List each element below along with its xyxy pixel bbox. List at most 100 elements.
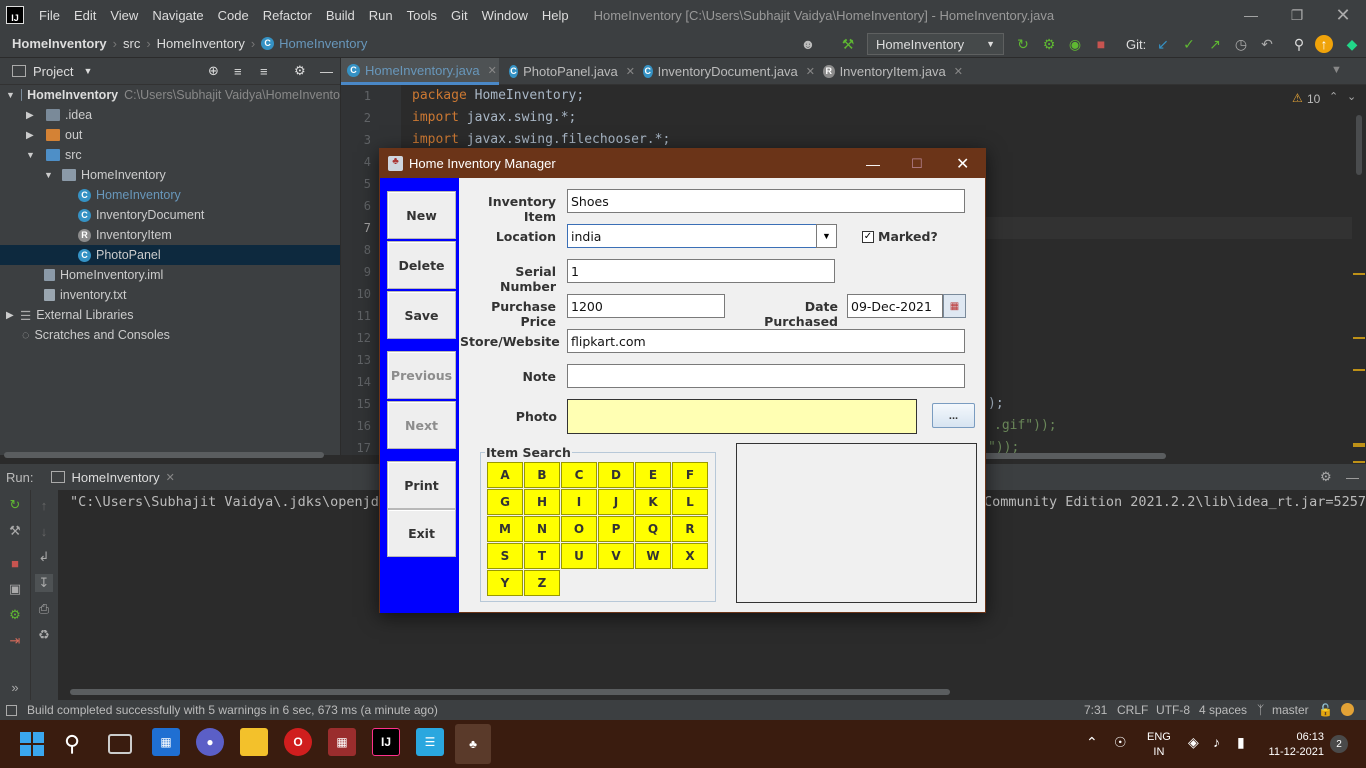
git-commit-icon[interactable]: ✓ [1179, 34, 1199, 54]
editor-scrollbar[interactable] [1352, 115, 1366, 463]
teams-chat-icon[interactable]: ● [196, 728, 224, 756]
tree-item-idea[interactable]: ▶ .idea [0, 105, 340, 125]
git-push-icon[interactable]: ↗ [1205, 34, 1225, 54]
task-view-icon[interactable] [108, 734, 132, 754]
letter-button-b[interactable]: B [524, 462, 560, 488]
tree-item-iml[interactable]: HomeInventory.iml [0, 265, 340, 285]
menu-file[interactable]: File [32, 8, 67, 23]
letter-button-h[interactable]: H [524, 489, 560, 515]
close-icon[interactable]: ✕ [488, 64, 497, 77]
run-configuration-select[interactable]: HomeInventory ▼ [867, 33, 1004, 55]
locate-icon[interactable]: ⊕ [208, 63, 219, 79]
letter-button-q[interactable]: Q [635, 516, 671, 542]
marked-checkbox[interactable]: ✓ [862, 231, 874, 243]
file-explorer-icon[interactable] [240, 728, 268, 756]
debug-icon[interactable]: ⚙ [1039, 34, 1059, 54]
store-website-field[interactable] [567, 329, 965, 353]
scroll-to-end-icon[interactable]: ↧ [35, 574, 53, 592]
wifi-icon[interactable]: ◈ [1188, 734, 1199, 751]
letter-button-v[interactable]: V [598, 543, 634, 569]
tab-inventoryitem-java[interactable]: R InventoryItem.java ✕ [817, 58, 963, 85]
line-separator[interactable]: CRLF [1117, 703, 1148, 717]
minimize-icon[interactable]: — [866, 156, 880, 172]
letter-button-l[interactable]: L [672, 489, 708, 515]
tree-item-src[interactable]: ▼ src [0, 145, 340, 165]
expand-all-icon[interactable]: ≡ [234, 64, 242, 79]
run-tab-label[interactable]: HomeInventory [71, 470, 159, 485]
menu-help[interactable]: Help [535, 8, 576, 23]
breadcrumb-package[interactable]: HomeInventory [157, 36, 245, 51]
status-message[interactable]: Build completed successfully with 5 warn… [27, 703, 438, 717]
letter-button-n[interactable]: N [524, 516, 560, 542]
trash-icon[interactable]: ♻ [35, 626, 53, 644]
hide-icon[interactable]: — [320, 64, 333, 79]
widgets-icon[interactable]: ▦ [152, 728, 180, 756]
arrow-down-icon[interactable]: ↓ [35, 522, 53, 540]
letter-button-s[interactable]: S [487, 543, 523, 569]
rerun-icon[interactable]: ↻ [1013, 34, 1033, 54]
menu-build[interactable]: Build [319, 8, 362, 23]
tree-item-inventory-txt[interactable]: inventory.txt [0, 285, 340, 305]
indent-setting[interactable]: 4 spaces [1199, 703, 1247, 717]
date-purchased-field[interactable] [847, 294, 943, 318]
update-icon[interactable]: ↑ [1315, 35, 1333, 53]
new-button[interactable]: New [387, 191, 456, 239]
intellij-taskbar-icon[interactable]: IJ [372, 728, 400, 756]
soft-wrap-icon[interactable]: ↲ [35, 548, 53, 566]
letter-button-d[interactable]: D [598, 462, 634, 488]
letter-button-i[interactable]: I [561, 489, 597, 515]
tab-photopanel-java[interactable]: C PhotoPanel.java ✕ [503, 58, 635, 85]
chevron-down-icon[interactable]: ▼ [83, 66, 92, 76]
gear-icon[interactable]: ⚙ [1320, 469, 1332, 485]
tree-item-external-libraries[interactable]: ▶ ☰ External Libraries [0, 305, 340, 325]
delete-button[interactable]: Delete [387, 241, 456, 289]
letter-button-f[interactable]: F [672, 462, 708, 488]
close-icon[interactable]: ✕ [166, 471, 175, 484]
letter-button-p[interactable]: P [598, 516, 634, 542]
hide-icon[interactable]: — [1346, 470, 1359, 485]
opera-browser-icon[interactable]: O [284, 728, 312, 756]
location-dropdown-arrow-icon[interactable]: ▼ [816, 224, 837, 248]
letter-button-e[interactable]: E [635, 462, 671, 488]
print-icon[interactable]: ⎙ [35, 600, 53, 618]
notification-icon[interactable] [1341, 703, 1354, 716]
stop-icon[interactable]: ■ [6, 554, 24, 572]
microphone-icon[interactable]: ☉ [1114, 734, 1127, 751]
minimize-icon[interactable]: — [1228, 0, 1274, 30]
letter-button-j[interactable]: J [598, 489, 634, 515]
close-icon[interactable]: ✕ [806, 65, 815, 78]
windows-start-icon[interactable] [20, 732, 44, 756]
purchase-price-field[interactable] [567, 294, 725, 318]
menu-window[interactable]: Window [475, 8, 535, 23]
plugin-icon[interactable]: ◆ [1342, 34, 1362, 54]
expand-icon[interactable]: » [6, 678, 24, 696]
letter-button-t[interactable]: T [524, 543, 560, 569]
git-branch[interactable]: master [1272, 703, 1309, 717]
letter-button-o[interactable]: O [561, 516, 597, 542]
tree-item-scratches[interactable]: ◌ Scratches and Consoles [0, 325, 340, 345]
coverage-icon[interactable]: ◉ [1065, 34, 1085, 54]
close-icon[interactable]: ✕ [626, 65, 635, 78]
menu-edit[interactable]: Edit [67, 8, 103, 23]
console-horizontal-scrollbar[interactable] [70, 689, 950, 695]
stop-icon[interactable]: ■ [1091, 34, 1111, 54]
winrar-icon[interactable]: ▦ [328, 728, 356, 756]
tree-item-project-root[interactable]: ▼ HomeInventory C:\Users\Subhajit Vaidya… [0, 85, 340, 105]
project-label[interactable]: Project [33, 64, 73, 79]
git-update-icon[interactable]: ↙ [1153, 34, 1173, 54]
breadcrumb-src[interactable]: src [123, 36, 140, 51]
hammer-icon[interactable]: ⚒ [838, 34, 858, 54]
restore-icon[interactable]: ❐ [1274, 0, 1320, 30]
note-field[interactable] [567, 364, 965, 388]
tree-horizontal-scrollbar[interactable] [4, 452, 324, 458]
exit-button[interactable]: Exit [387, 509, 456, 557]
tree-item-photopanel[interactable]: C PhotoPanel [0, 245, 340, 265]
letter-button-y[interactable]: Y [487, 570, 523, 596]
rerun-icon[interactable]: ↻ [6, 496, 24, 514]
menu-view[interactable]: View [103, 8, 145, 23]
chevron-up-icon[interactable]: ⌃ [1086, 734, 1098, 751]
tab-homeinventory-java[interactable]: C HomeInventory.java ✕ [341, 58, 499, 85]
browse-photo-button[interactable]: ... [932, 403, 975, 428]
language-indicator[interactable]: ENG IN [1147, 730, 1171, 760]
java-app-taskbar-icon[interactable]: ♣ [455, 724, 491, 764]
